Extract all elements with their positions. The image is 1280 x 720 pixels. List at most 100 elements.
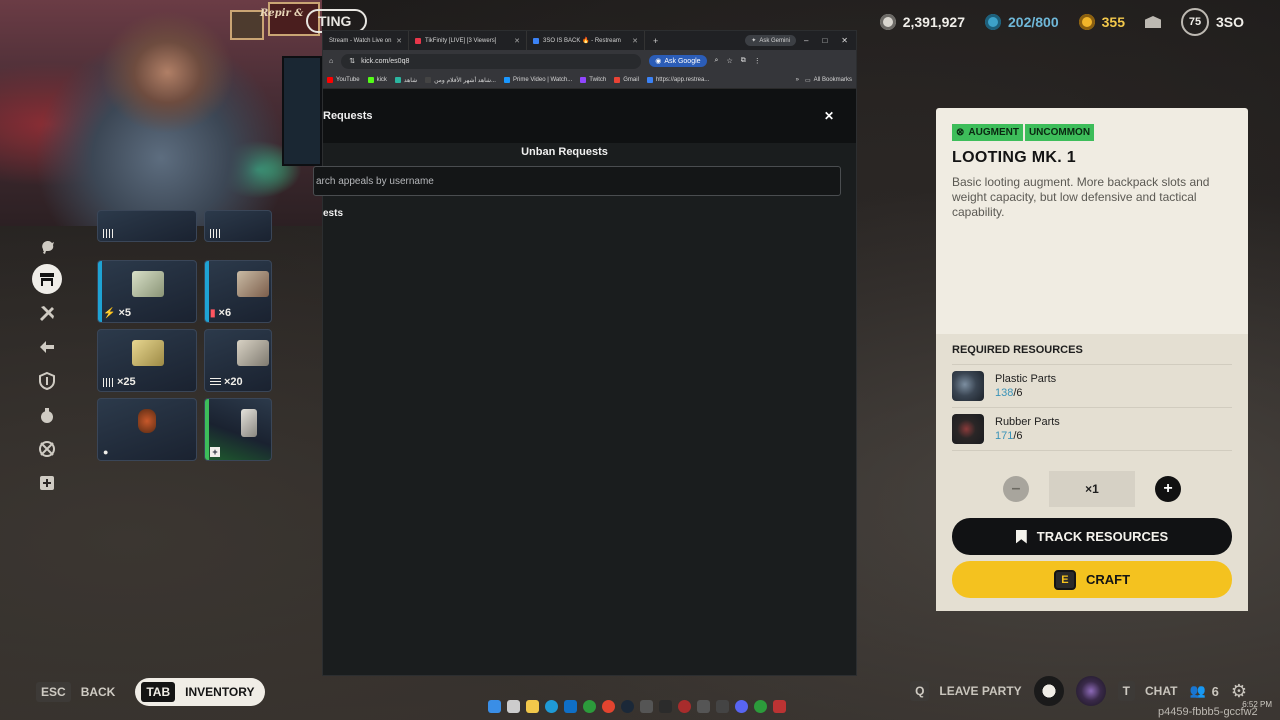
resource-name: Plastic Parts xyxy=(995,373,1057,385)
quantity-stepper: – ×1 + xyxy=(952,471,1232,507)
close-icon[interactable]: ✕ xyxy=(824,109,834,123)
app-icon[interactable] xyxy=(640,700,653,713)
browser-tab[interactable]: TikFinity [LIVE] [3 Viewers] ✕ xyxy=(409,31,527,50)
folder-icon[interactable] xyxy=(526,700,539,713)
url-text: kick.com/es0q8 xyxy=(361,57,410,65)
bookmark-item[interactable]: YouTube xyxy=(327,77,360,83)
tools-icon[interactable] xyxy=(32,298,62,328)
more-bookmarks-icon[interactable]: » xyxy=(796,77,799,84)
augment-icon[interactable] xyxy=(32,434,62,464)
app-icon[interactable] xyxy=(678,700,691,713)
arrows-icon[interactable] xyxy=(32,332,62,362)
gemini-icon: ✦ xyxy=(751,38,757,44)
increase-button[interactable]: + xyxy=(1155,476,1181,502)
discord-icon[interactable] xyxy=(735,700,748,713)
avatar[interactable] xyxy=(1075,676,1106,706)
close-tab-icon[interactable]: ✕ xyxy=(632,37,638,45)
bookmark-item[interactable]: Gmail xyxy=(614,77,639,83)
bookmark-item[interactable]: kick xyxy=(367,77,387,83)
ammo-icon xyxy=(103,229,114,238)
app-icon[interactable] xyxy=(773,700,786,713)
back-button[interactable]: ESC BACK xyxy=(36,682,115,702)
menu-dots-icon[interactable]: ⋮ xyxy=(754,57,761,65)
inventory-slot[interactable]: ● xyxy=(97,398,197,461)
windows-start-icon[interactable] xyxy=(488,700,501,713)
rarity-stripe xyxy=(205,261,209,322)
bookmark-item[interactable]: شاهد xyxy=(394,77,417,84)
bookmark-item[interactable]: https://app.restrea... xyxy=(646,77,709,83)
inventory-slot[interactable]: ×20 xyxy=(204,329,272,392)
medkit-small-icon: + xyxy=(210,447,220,457)
folder-icon: ▭ xyxy=(804,77,811,84)
search-appeals-input[interactable]: arch appeals by username xyxy=(313,166,841,196)
xbox-icon[interactable] xyxy=(754,700,767,713)
maximize-icon[interactable]: □ xyxy=(822,36,827,45)
bench-icon[interactable] xyxy=(32,264,62,294)
xbox-icon[interactable] xyxy=(583,700,596,713)
rarity-stripe xyxy=(205,399,209,460)
ammo-icon xyxy=(103,377,114,387)
bookmark-item[interactable]: Twitch xyxy=(580,77,606,83)
close-window-icon[interactable]: ✕ xyxy=(841,36,848,45)
bookmark-item[interactable]: Prime Video | Watch... xyxy=(503,77,572,83)
browser-tab[interactable]: 3SO IS BACK 🔥 - Restream ✕ xyxy=(527,31,645,50)
inventory-slot[interactable]: ×25 xyxy=(97,329,197,392)
slot-count: ● xyxy=(103,447,108,457)
medkit-icon[interactable] xyxy=(32,468,62,498)
chicken-icon[interactable] xyxy=(32,230,62,260)
craft-button[interactable]: E CRAFT xyxy=(952,561,1232,598)
inventory-button[interactable]: TAB INVENTORY xyxy=(135,678,265,706)
player-profile[interactable]: 75 3SO xyxy=(1180,8,1244,36)
address-bar: ⌂ ⇅ kick.com/es0q8 ◉ Ask Google ⌕ ☆ ⧉ ⋮ xyxy=(323,50,856,72)
browser-tab[interactable]: Stream - Watch Live on ✕ xyxy=(323,31,409,50)
home-icon[interactable]: ⌂ xyxy=(329,58,333,65)
inventory-slot[interactable]: ▮ ×6 xyxy=(204,260,272,323)
decrease-button[interactable]: – xyxy=(1003,476,1029,502)
window-controls: – □ ✕ xyxy=(804,36,848,45)
edge-icon[interactable] xyxy=(545,700,558,713)
app-icon[interactable] xyxy=(697,700,710,713)
resource-row[interactable]: Rubber Parts 171/6 xyxy=(952,408,1232,451)
gear-icon[interactable]: ⚙ xyxy=(1231,681,1247,702)
search-icon[interactable]: ⌕ xyxy=(715,57,719,65)
mail-icon[interactable] xyxy=(1144,16,1161,28)
steam-icon[interactable] xyxy=(621,700,634,713)
store-icon[interactable] xyxy=(564,700,577,713)
chrome-icon[interactable] xyxy=(602,700,615,713)
all-bookmarks[interactable]: ▭ All Bookmarks xyxy=(805,77,852,84)
inventory-slot[interactable] xyxy=(97,210,197,242)
party-count[interactable]: 👥 6 xyxy=(1189,683,1218,699)
extensions-icon[interactable]: ⧉ xyxy=(741,57,746,65)
resource-name: Rubber Parts xyxy=(995,416,1060,428)
star-icon[interactable]: ☆ xyxy=(726,57,732,65)
unban-requests-title: Unban Requests xyxy=(521,146,608,158)
slot-count: ×25 xyxy=(103,376,136,388)
avatar[interactable] xyxy=(1033,676,1064,706)
ammo-box-icon xyxy=(237,340,269,366)
grenade-icon[interactable] xyxy=(32,400,62,430)
task-view-icon[interactable] xyxy=(507,700,520,713)
leave-party-button[interactable]: Q LEAVE PARTY xyxy=(910,681,1022,701)
inventory-slot[interactable] xyxy=(204,210,272,242)
site-info-icon[interactable]: ⇅ xyxy=(349,57,355,65)
new-tab-button[interactable]: + xyxy=(645,36,666,46)
shield-icon[interactable] xyxy=(32,366,62,396)
minimize-icon[interactable]: – xyxy=(804,36,808,45)
track-resources-button[interactable]: TRACK RESOURCES xyxy=(952,518,1232,555)
bookmark-item[interactable]: شاهد أشهر الأفلام ومن... xyxy=(425,77,496,84)
app-icon[interactable] xyxy=(659,700,672,713)
item-tags: ⊗ AUGMENT UNCOMMON xyxy=(952,124,1232,141)
tab-label: TikFinity [LIVE] [3 Viewers] xyxy=(425,37,497,44)
inventory-slot[interactable]: ⚡ ×5 xyxy=(97,260,197,323)
url-field[interactable]: ⇅ kick.com/es0q8 xyxy=(341,53,642,69)
resource-row[interactable]: Plastic Parts 138/6 xyxy=(952,365,1232,408)
ask-gemini-button[interactable]: ✦ Ask Gemini xyxy=(745,35,796,46)
ask-google-button[interactable]: ◉ Ask Google xyxy=(649,55,707,67)
shahid-icon xyxy=(394,77,401,83)
chat-button[interactable]: T CHAT xyxy=(1117,681,1177,701)
rubber-parts-icon xyxy=(952,414,984,444)
app-icon[interactable] xyxy=(716,700,729,713)
close-tab-icon[interactable]: ✕ xyxy=(396,37,402,45)
close-tab-icon[interactable]: ✕ xyxy=(514,37,520,45)
inventory-slot[interactable]: + xyxy=(204,398,272,461)
